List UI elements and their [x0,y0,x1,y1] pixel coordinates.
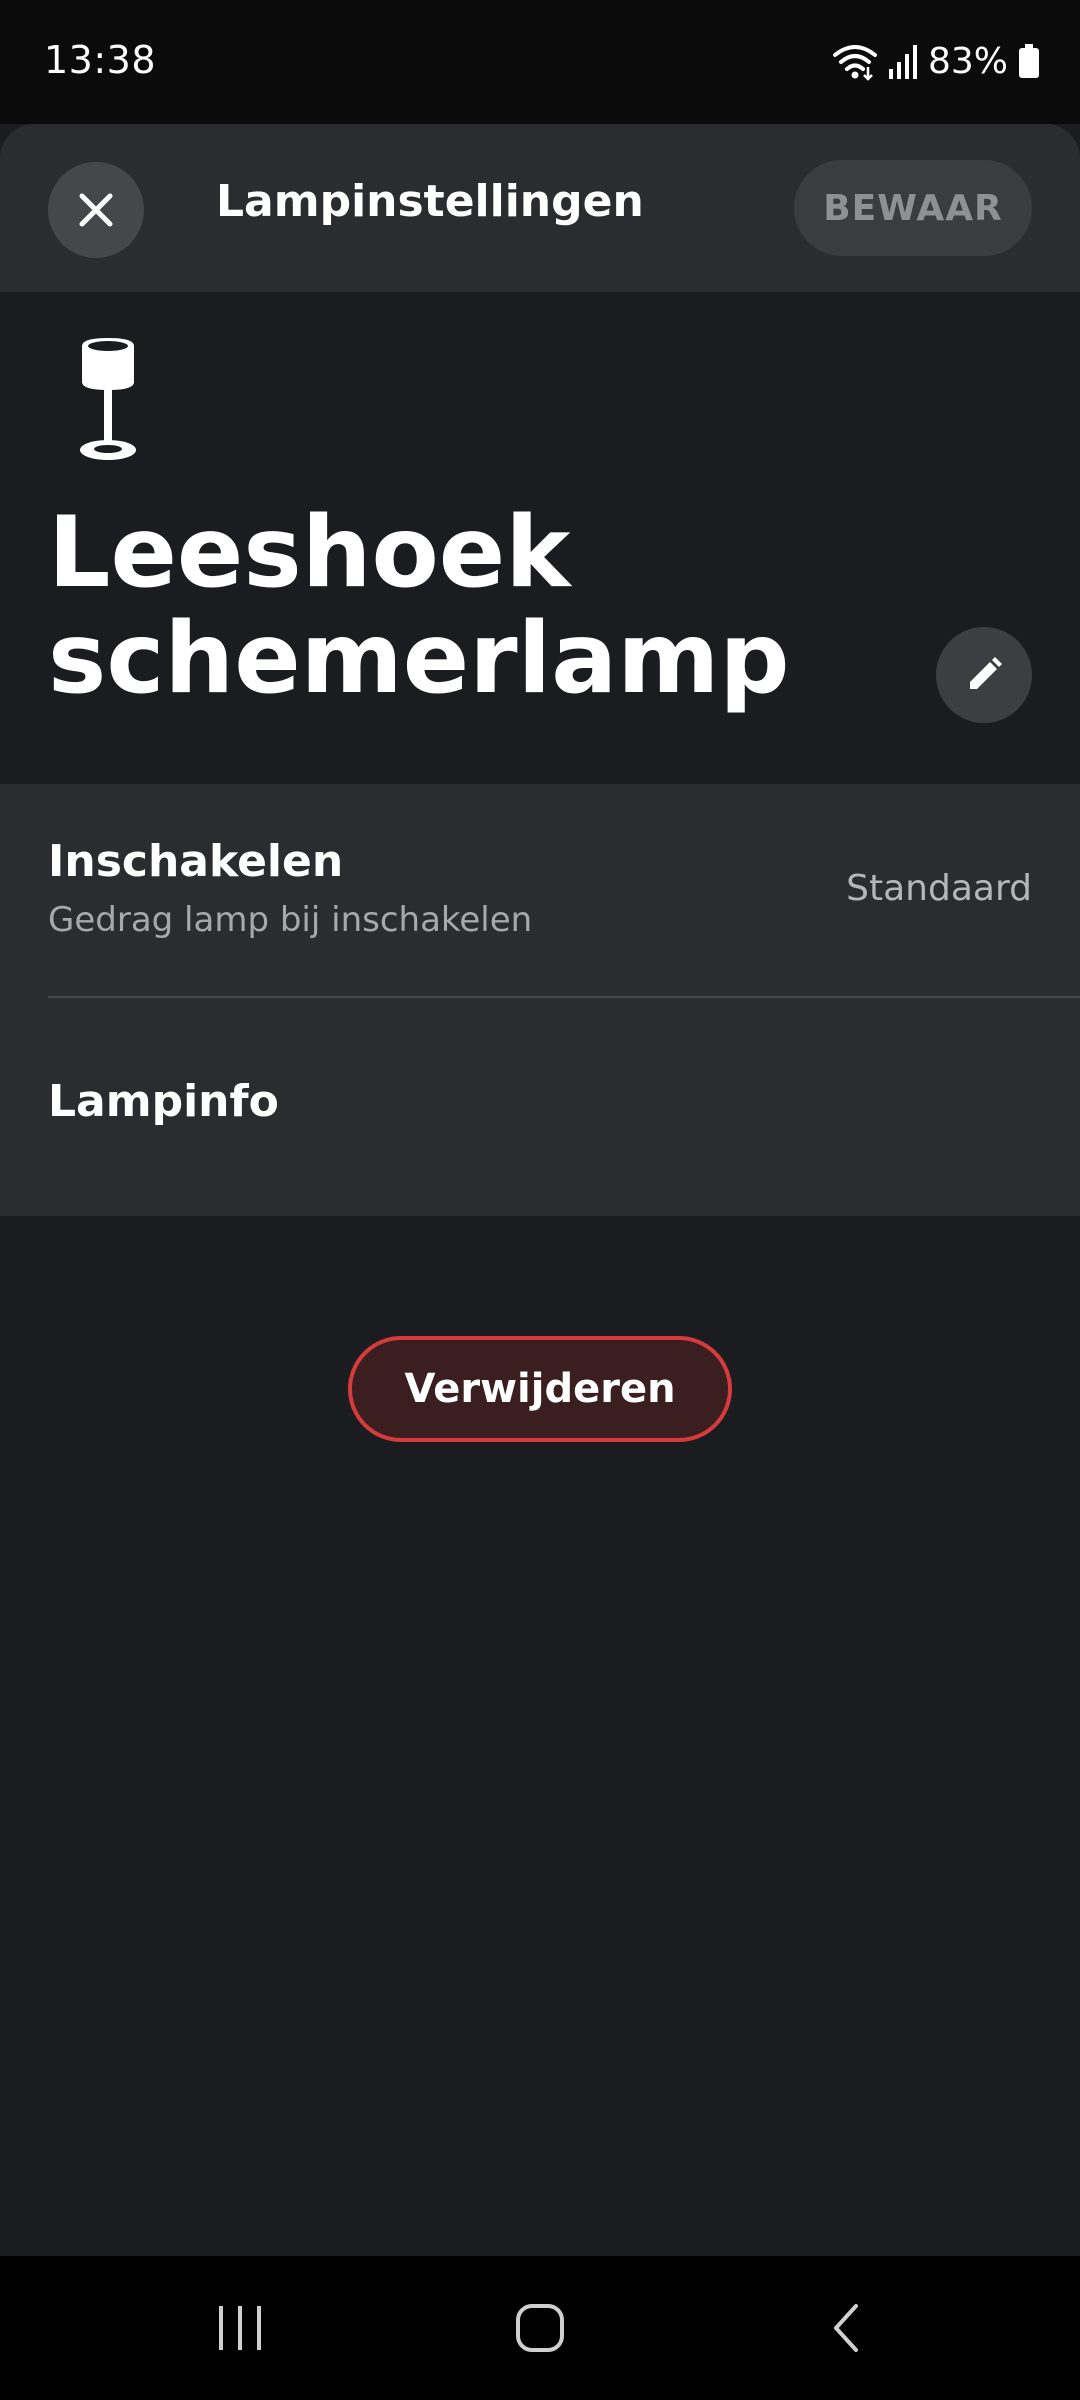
table-lamp-icon [80,338,136,460]
recent-apps-button[interactable] [210,2298,270,2358]
wifi-icon [832,45,877,81]
delete-button[interactable]: Verwijderen [348,1336,732,1442]
recent-apps-icon [219,2306,261,2350]
home-icon [516,2304,564,2352]
close-icon [79,193,113,227]
back-icon [834,2304,858,2352]
settings-list: Inschakelen Gedrag lamp bij inschakelen … [0,784,1080,1216]
close-button[interactable] [48,162,144,258]
page-title: Lampinstellingen [216,176,644,227]
settings-header: Lampinstellingen BEWAAR [0,124,1080,292]
battery-percentage: 83% [927,40,1008,82]
save-button[interactable]: BEWAAR [794,160,1032,256]
power-on-behavior-row[interactable]: Inschakelen Gedrag lamp bij inschakelen … [0,784,1080,998]
signal-icon [888,45,917,79]
status-time: 13:38 [44,38,157,82]
pencil-icon [970,657,1002,689]
navigation-bar [0,2256,1080,2400]
lamp-info-title: Lampinfo [48,1076,279,1127]
power-on-value: Standaard [846,868,1032,909]
lamp-info-row[interactable]: Lampinfo [0,998,1080,1216]
back-button[interactable] [816,2298,876,2358]
status-icons: 83% [832,38,1040,84]
edit-name-button[interactable] [936,627,1032,723]
power-on-title: Inschakelen [48,836,344,887]
status-bar: 13:38 83% [0,0,1080,124]
power-on-subtitle: Gedrag lamp bij inschakelen [48,900,533,940]
home-button[interactable] [510,2298,570,2358]
battery-icon [1019,44,1039,78]
lamp-name: Leeshoek schemerlamp [48,496,790,716]
